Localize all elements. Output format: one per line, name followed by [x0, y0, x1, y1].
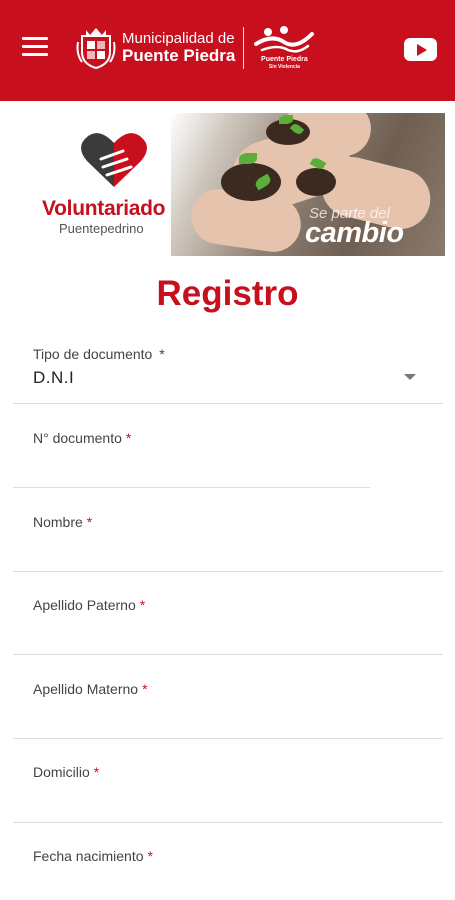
doc-type-label-text: Tipo de documento: [33, 346, 153, 362]
banner-slogan-big: cambio: [305, 217, 404, 249]
dropdown-arrow-icon[interactable]: [404, 374, 416, 380]
name-field[interactable]: Nombre *: [13, 507, 443, 572]
last-name-paternal-field[interactable]: Apellido Paterno *: [13, 591, 443, 655]
doc-type-label: Tipo de documento *: [33, 346, 165, 362]
municipality-name: Municipalidad de Puente Piedra: [122, 31, 235, 65]
doc-type-select[interactable]: Tipo de documento * D.N.I: [13, 340, 443, 404]
partner-caption-line1: Puente Piedra: [261, 56, 308, 63]
youtube-icon[interactable]: [404, 38, 437, 61]
partner-caption-line2: Sin Violencia: [268, 64, 300, 70]
doc-number-label: N° documento *: [33, 430, 131, 446]
volunteer-banner: Voluntariado Puentepedrino Se parte del …: [11, 113, 445, 256]
doc-type-value: D.N.I: [33, 368, 75, 387]
required-mark: *: [93, 764, 100, 780]
heart-hands-icon: [81, 133, 147, 187]
address-label-text: Domicilio: [33, 764, 90, 780]
puente-piedra-sin-violencia-logo: Puente Piedra Sin Violencia: [254, 26, 315, 70]
brand-line-1: Municipalidad de: [122, 30, 235, 48]
required-mark: *: [139, 597, 146, 613]
municipality-logo: Municipalidad de Puente Piedra Puente Pi…: [76, 24, 315, 72]
people-swoosh-icon: [254, 26, 315, 53]
last-name-maternal-label: Apellido Materno *: [33, 681, 148, 697]
doc-number-label-text: N° documento: [33, 430, 122, 446]
required-mark: *: [142, 681, 148, 697]
doc-number-field[interactable]: N° documento *: [13, 424, 370, 488]
hamburger-menu-icon[interactable]: [22, 37, 48, 61]
required-mark: *: [86, 514, 93, 530]
address-label: Domicilio *: [33, 764, 99, 780]
page-title: Registro: [156, 274, 299, 313]
last-name-maternal-field[interactable]: Apellido Materno *: [13, 675, 443, 739]
banner-subtitle: Puentepedrino: [59, 221, 144, 236]
brand-line-2: Puente Piedra: [122, 45, 236, 65]
birth-date-label: Fecha nacimiento *: [33, 848, 153, 864]
address-field[interactable]: Domicilio *: [13, 758, 443, 823]
last-name-paternal-label: Apellido Paterno *: [33, 597, 145, 613]
last-name-paternal-label-text: Apellido Paterno: [33, 597, 136, 613]
birth-date-label-text: Fecha nacimiento: [33, 848, 144, 864]
last-name-maternal-label-text: Apellido Materno: [33, 681, 139, 697]
brand-divider: [243, 27, 245, 69]
name-label-text: Nombre: [33, 514, 83, 530]
doc-type-required-mark: *: [159, 346, 165, 362]
banner-title: Voluntariado: [42, 197, 166, 220]
app-bar: Municipalidad de Puente Piedra Puente Pi…: [0, 0, 455, 101]
municipal-crest-icon: [76, 28, 116, 70]
name-label: Nombre *: [33, 514, 92, 530]
birth-date-field[interactable]: Fecha nacimiento *: [13, 842, 443, 900]
partner-caption: Puente Piedra Sin Violencia: [254, 56, 314, 70]
required-mark: *: [125, 430, 132, 446]
required-mark: *: [147, 848, 153, 864]
